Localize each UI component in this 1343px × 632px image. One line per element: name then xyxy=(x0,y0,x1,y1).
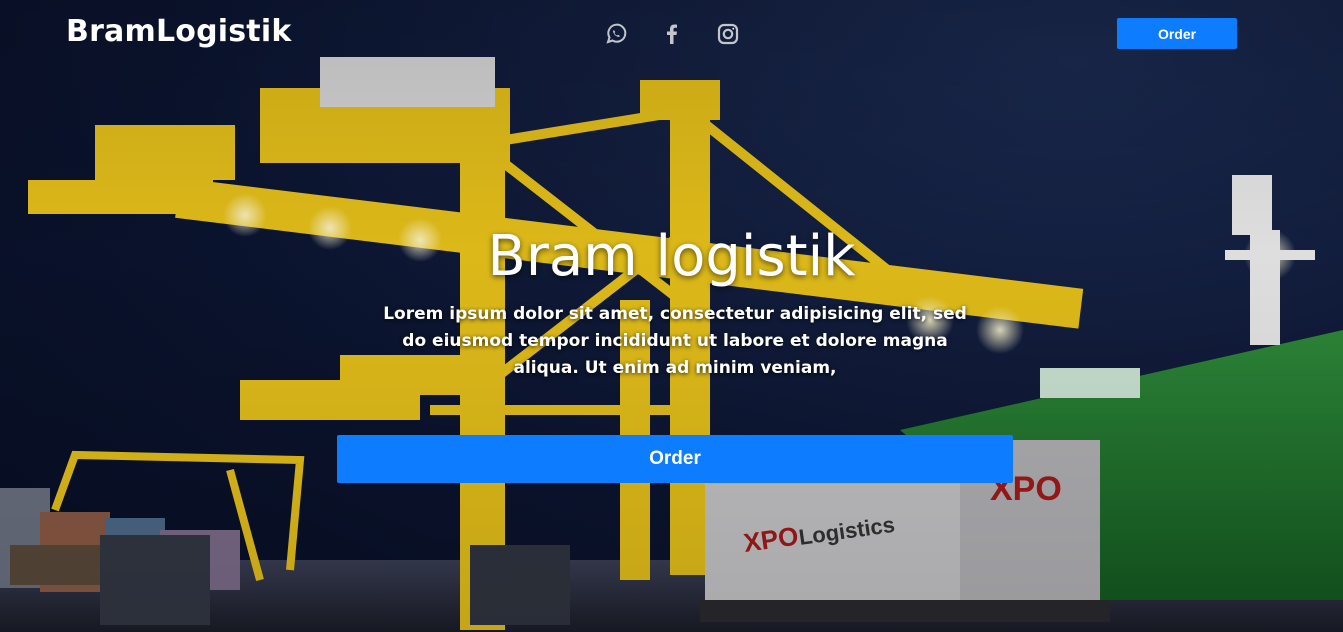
instagram-icon[interactable] xyxy=(716,22,740,46)
whatsapp-icon[interactable] xyxy=(604,22,628,46)
header-order-button[interactable]: Order xyxy=(1117,18,1237,49)
brand-logo[interactable]: BramLogistik xyxy=(66,14,291,49)
hero-description: Lorem ipsum dolor sit amet, consectetur … xyxy=(383,304,967,378)
social-links xyxy=(604,22,740,46)
facebook-icon[interactable] xyxy=(660,22,684,46)
hero-title: Bram logistik xyxy=(487,224,856,289)
hero-order-button[interactable]: Order xyxy=(337,435,1013,483)
